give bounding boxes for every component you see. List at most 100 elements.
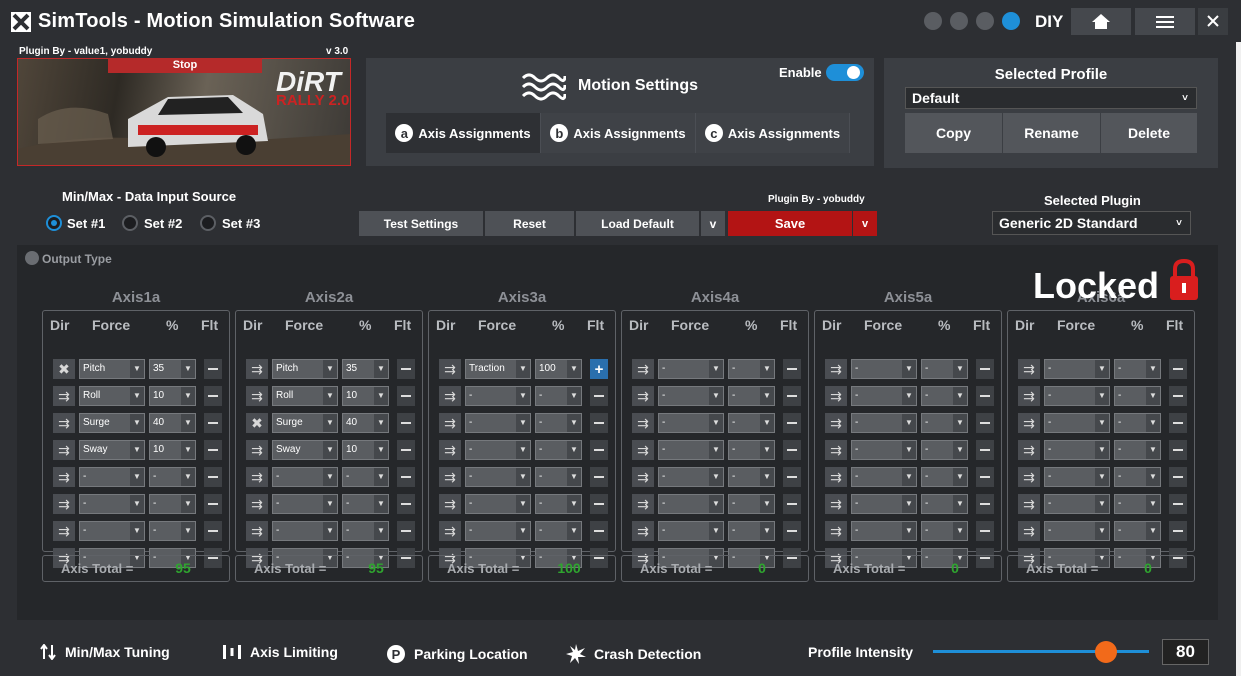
filter-button[interactable] (590, 521, 608, 541)
force-select[interactable]: - ▼ (465, 440, 531, 460)
direction-cross-icon[interactable]: ✖ (53, 359, 75, 379)
output-type-label[interactable]: Output Type (42, 252, 112, 266)
rename-button[interactable]: Rename (1003, 113, 1101, 153)
percent-select[interactable]: - ▼ (921, 494, 968, 514)
direction-arrow-icon[interactable]: ⇉ (53, 386, 75, 406)
percent-select[interactable]: - ▼ (1114, 359, 1161, 379)
force-select[interactable]: - ▼ (465, 413, 531, 433)
radio-set-3[interactable] (200, 215, 216, 231)
percent-select[interactable]: - ▼ (535, 467, 582, 487)
percent-select[interactable]: - ▼ (921, 521, 968, 541)
percent-select[interactable]: 40 ▼ (342, 413, 389, 433)
filter-button[interactable] (1169, 467, 1187, 487)
percent-select[interactable]: - ▼ (535, 413, 582, 433)
filter-button[interactable] (397, 494, 415, 514)
force-select[interactable]: Sway ▼ (79, 440, 145, 460)
direction-arrow-icon[interactable]: ⇉ (1018, 386, 1040, 406)
force-select[interactable]: - ▼ (851, 359, 917, 379)
percent-select[interactable]: - ▼ (921, 413, 968, 433)
percent-select[interactable]: - ▼ (728, 494, 775, 514)
direction-arrow-icon[interactable]: ⇉ (439, 521, 461, 541)
direction-arrow-icon[interactable]: ⇉ (1018, 467, 1040, 487)
filter-button[interactable] (783, 440, 801, 460)
force-select[interactable]: - ▼ (851, 440, 917, 460)
direction-arrow-icon[interactable]: ⇉ (1018, 521, 1040, 541)
tab-axis-assignments-c[interactable]: c Axis Assignments (696, 113, 850, 153)
percent-select[interactable]: - ▼ (535, 521, 582, 541)
direction-arrow-icon[interactable]: ⇉ (632, 521, 654, 541)
radio-set-2[interactable] (122, 215, 138, 231)
force-select[interactable]: - ▼ (851, 521, 917, 541)
filter-button[interactable] (1169, 386, 1187, 406)
force-select[interactable]: - ▼ (1044, 413, 1110, 433)
direction-arrow-icon[interactable]: ⇉ (439, 359, 461, 379)
force-select[interactable]: - ▼ (851, 386, 917, 406)
force-select[interactable]: - ▼ (1044, 521, 1110, 541)
direction-arrow-icon[interactable]: ⇉ (439, 467, 461, 487)
percent-select[interactable]: - ▼ (1114, 467, 1161, 487)
menu-button[interactable] (1135, 8, 1195, 35)
force-select[interactable]: - ▼ (272, 467, 338, 487)
percent-select[interactable]: - ▼ (149, 494, 196, 514)
filter-button[interactable] (590, 440, 608, 460)
filter-button[interactable] (976, 467, 994, 487)
percent-select[interactable]: - ▼ (728, 440, 775, 460)
direction-arrow-icon[interactable]: ⇉ (1018, 440, 1040, 460)
filter-button[interactable] (590, 467, 608, 487)
parking-location-button[interactable]: P Parking Location (386, 644, 528, 664)
direction-arrow-icon[interactable]: ⇉ (246, 467, 268, 487)
direction-arrow-icon[interactable]: ⇉ (246, 521, 268, 541)
filter-button[interactable] (397, 413, 415, 433)
filter-button[interactable] (204, 386, 222, 406)
lock-icon[interactable] (1167, 258, 1201, 302)
percent-select[interactable]: - ▼ (149, 521, 196, 541)
force-select[interactable]: - ▼ (465, 521, 531, 541)
direction-arrow-icon[interactable]: ⇉ (1018, 359, 1040, 379)
direction-cross-icon[interactable]: ✖ (246, 413, 268, 433)
filter-button[interactable] (976, 359, 994, 379)
force-select[interactable]: - ▼ (1044, 440, 1110, 460)
filter-button[interactable] (590, 494, 608, 514)
percent-select[interactable]: - ▼ (728, 359, 775, 379)
force-select[interactable]: - ▼ (658, 386, 724, 406)
direction-arrow-icon[interactable]: ⇉ (53, 413, 75, 433)
force-select[interactable]: - ▼ (851, 494, 917, 514)
percent-select[interactable]: - ▼ (342, 467, 389, 487)
force-select[interactable]: - ▼ (851, 467, 917, 487)
axis-limiting-button[interactable]: Axis Limiting (222, 644, 338, 660)
power-icon[interactable] (1002, 12, 1020, 30)
percent-select[interactable]: 40 ▼ (149, 413, 196, 433)
output-type-icon[interactable] (25, 251, 39, 265)
percent-select[interactable]: 10 ▼ (149, 440, 196, 460)
plugin-select[interactable]: Generic 2D Standard ˅ (992, 211, 1191, 235)
save-button[interactable]: Save (728, 211, 852, 236)
filter-button[interactable] (976, 521, 994, 541)
minmax-tuning-button[interactable]: Min/Max Tuning (40, 644, 170, 660)
percent-select[interactable]: - ▼ (728, 386, 775, 406)
download-icon[interactable] (924, 12, 942, 30)
stop-button[interactable]: Stop (108, 58, 262, 73)
direction-arrow-icon[interactable]: ⇉ (825, 359, 847, 379)
force-select[interactable]: - ▼ (79, 494, 145, 514)
force-select[interactable]: - ▼ (658, 467, 724, 487)
direction-arrow-icon[interactable]: ⇉ (1018, 413, 1040, 433)
filter-button[interactable] (204, 494, 222, 514)
filter-button[interactable] (204, 467, 222, 487)
radio-set-1[interactable] (46, 215, 62, 231)
force-select[interactable]: - ▼ (272, 494, 338, 514)
force-select[interactable]: - ▼ (465, 467, 531, 487)
load-default-dropdown[interactable]: v (701, 211, 726, 236)
filter-button[interactable] (397, 440, 415, 460)
save-dropdown[interactable]: v (853, 211, 877, 236)
direction-arrow-icon[interactable]: ⇉ (825, 494, 847, 514)
percent-select[interactable]: - ▼ (921, 467, 968, 487)
percent-select[interactable]: - ▼ (728, 413, 775, 433)
profile-select[interactable]: Default ˅ (905, 87, 1197, 109)
direction-arrow-icon[interactable]: ⇉ (825, 386, 847, 406)
test-settings-button[interactable]: Test Settings (359, 211, 484, 236)
force-select[interactable]: - ▼ (1044, 359, 1110, 379)
percent-select[interactable]: - ▼ (1114, 386, 1161, 406)
percent-select[interactable]: - ▼ (1114, 521, 1161, 541)
force-select[interactable]: Surge ▼ (79, 413, 145, 433)
force-select[interactable]: - ▼ (465, 386, 531, 406)
